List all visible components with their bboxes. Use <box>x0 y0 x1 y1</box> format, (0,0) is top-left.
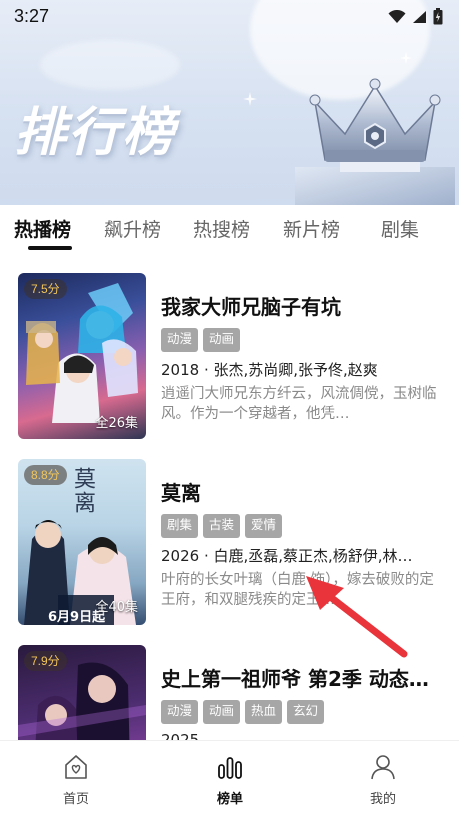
item-meta: 2026 · 白鹿,丞磊,蔡正杰,杨舒伊,林… <box>161 547 413 565</box>
item-title[interactable]: 史上第一祖师爷 第2季 动态… <box>161 663 446 692</box>
tag: 动画 <box>203 700 241 724</box>
signal-icon <box>413 10 426 23</box>
home-icon <box>65 755 87 779</box>
ranking-tabs: 热播榜 飙升榜 热搜榜 新片榜 剧集 <box>0 205 459 251</box>
nav-profile[interactable]: 我的 <box>343 753 423 807</box>
tag: 热血 <box>245 700 283 724</box>
tag: 玄幻 <box>287 700 325 724</box>
tag-list: 剧集 古装 爱情 <box>161 514 446 538</box>
item-description: 逍遥门大师兄东方纤云，风流倜傥，玉树临风。作为一个穿越者，他凭… <box>161 386 437 422</box>
item-meta: 2018 · 张杰,苏尚卿,张予佟,赵爽 <box>161 361 378 379</box>
item-description: 叶府的长女叶璃（白鹿 饰），嫁去破败的定王府，和双腿残疾的定王… <box>161 572 434 608</box>
tag-list: 动漫 动画 热血 玄幻 <box>161 700 446 724</box>
tag: 古装 <box>203 514 241 538</box>
rating-badge: 7.5分 <box>24 279 67 299</box>
sparkle-icon <box>400 52 412 64</box>
tag: 动漫 <box>161 328 199 352</box>
list-item[interactable]: 莫离 6月9日起 8.8分 全40集 莫离 剧集 古装 爱情 2026 · 白鹿… <box>0 437 459 625</box>
poster-image[interactable]: 莫离 6月9日起 8.8分 全40集 <box>18 459 146 625</box>
tag: 动漫 <box>161 700 199 724</box>
page-title: 排行榜 <box>14 103 177 163</box>
wifi-icon <box>388 9 406 23</box>
status-bar: 3:27 <box>0 0 459 34</box>
header-banner: 3:27 排行榜 <box>0 0 459 205</box>
item-title[interactable]: 莫离 <box>161 477 446 506</box>
tag-list: 动漫 动画 <box>161 328 446 352</box>
nav-profile-label: 我的 <box>369 792 396 807</box>
episode-count: 全26集 <box>95 416 138 431</box>
poster-image[interactable]: 7.9分 <box>18 645 146 740</box>
tab-new-release[interactable]: 新片榜 <box>283 215 340 242</box>
nav-ranking[interactable]: 榜单 <box>190 753 270 807</box>
nav-ranking-label: 榜单 <box>216 792 243 807</box>
item-title[interactable]: 我家大师兄脑子有坑 <box>161 291 446 320</box>
list-item[interactable]: 7.5分 全26集 我家大师兄脑子有坑 动漫 动画 2018 · 张杰,苏尚卿,… <box>0 251 459 439</box>
rating-badge: 7.9分 <box>24 651 67 671</box>
list-item[interactable]: 7.9分 史上第一祖师爷 第2季 动态… 动漫 动画 热血 玄幻 2025 <box>0 623 459 740</box>
rating-badge: 8.8分 <box>24 465 67 485</box>
tab-hot-play[interactable]: 热播榜 <box>14 215 71 242</box>
sparkle-icon <box>243 92 257 106</box>
tab-hot-search[interactable]: 热搜榜 <box>193 215 250 242</box>
profile-icon <box>371 755 395 780</box>
item-meta: 2025 <box>161 731 200 740</box>
poster-title-text: 莫离 <box>70 467 95 515</box>
nav-home-label: 首页 <box>62 792 89 807</box>
crown-icon <box>295 78 455 205</box>
ranking-list: 7.5分 全26集 我家大师兄脑子有坑 动漫 动画 2018 · 张杰,苏尚卿,… <box>0 251 459 740</box>
chart-icon <box>218 757 242 779</box>
episode-count: 全40集 <box>95 600 138 615</box>
battery-icon <box>433 8 443 25</box>
tag: 剧集 <box>161 514 199 538</box>
poster-image[interactable]: 7.5分 全26集 <box>18 273 146 439</box>
tab-series[interactable]: 剧集 <box>381 215 419 242</box>
bottom-nav: 首页 榜单 我的 <box>0 740 459 816</box>
tab-active-indicator <box>28 246 72 250</box>
tab-rising[interactable]: 飙升榜 <box>104 215 161 242</box>
tag: 爱情 <box>245 514 283 538</box>
status-time: 3:27 <box>14 6 50 26</box>
tag: 动画 <box>203 328 241 352</box>
nav-home[interactable]: 首页 <box>36 753 116 807</box>
